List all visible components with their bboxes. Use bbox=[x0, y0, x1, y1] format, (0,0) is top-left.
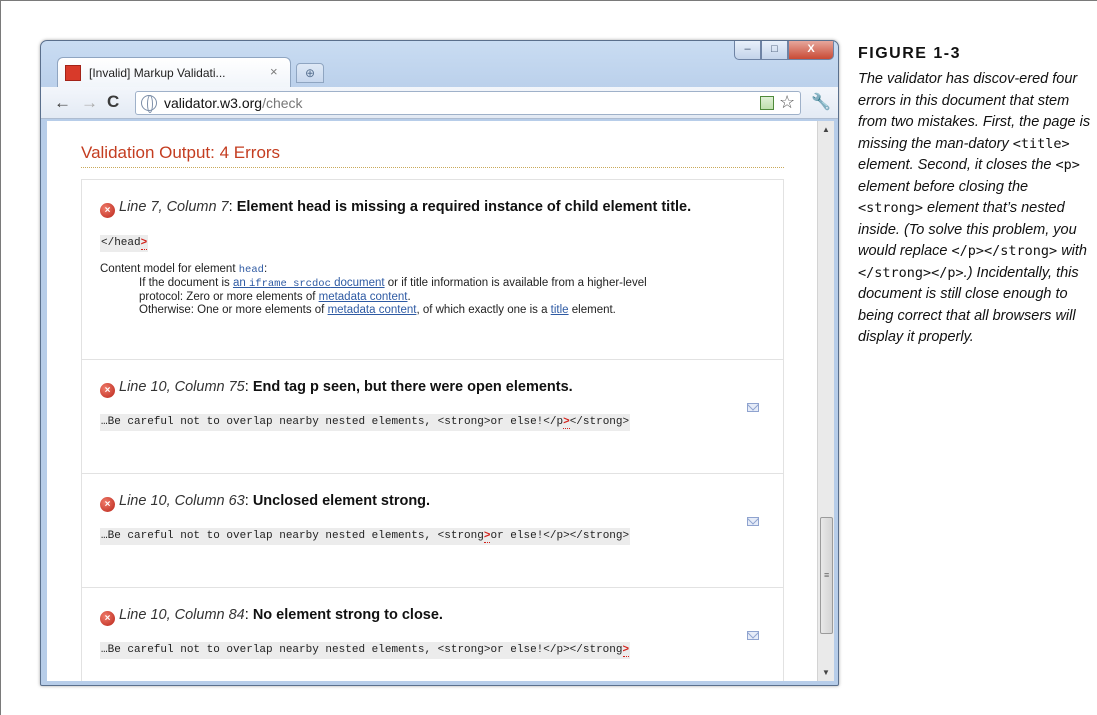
code-text: …Be careful not to overlap nearby nested… bbox=[101, 644, 623, 656]
error-icon: × bbox=[100, 203, 115, 218]
globe-icon bbox=[141, 95, 157, 113]
error-location: Line 10, Column 63 bbox=[119, 493, 245, 509]
star-icon[interactable]: ☆ bbox=[779, 92, 795, 113]
reload-button[interactable]: C bbox=[107, 92, 119, 112]
metadata-content-link-2[interactable]: metadata content bbox=[328, 304, 417, 316]
new-tab-button[interactable]: ⊕ bbox=[296, 63, 324, 83]
maximize-button[interactable]: □ bbox=[761, 41, 788, 60]
favicon-icon bbox=[65, 65, 81, 81]
caption-code: <strong> bbox=[858, 200, 924, 216]
url-text[interactable]: validator.w3.org/check bbox=[164, 95, 303, 111]
cm-link-part2: document bbox=[330, 277, 385, 289]
caption-code: <p> bbox=[1055, 157, 1080, 173]
scroll-up-arrow-icon[interactable]: ▲ bbox=[822, 125, 830, 134]
cm-link-part: an bbox=[232, 277, 249, 289]
error-title: × Line 10, Column 84: No element strong t… bbox=[100, 607, 443, 626]
tab-title: [Invalid] Markup Validati... bbox=[89, 66, 226, 80]
error-message: Element head is missing a required insta… bbox=[236, 199, 692, 215]
mail-icon[interactable] bbox=[747, 631, 759, 640]
code-text-after: or else!</p></strong> bbox=[490, 530, 630, 542]
title-link[interactable]: title bbox=[551, 304, 569, 316]
tab-close-icon[interactable]: × bbox=[270, 64, 278, 79]
cm-line3-b: , of which exactly one is a bbox=[416, 304, 551, 316]
cm-line2-b: . bbox=[407, 291, 411, 303]
error-list: × Line 7, Column 7: Element head is missi… bbox=[81, 179, 784, 681]
cm-element[interactable]: head bbox=[239, 264, 264, 276]
back-button[interactable]: ← bbox=[54, 93, 71, 113]
cm-intro: Content model for element bbox=[100, 263, 239, 275]
caption-text: element before closing the bbox=[858, 178, 1029, 195]
iframe-srcdoc-link[interactable]: an iframe srcdoc document bbox=[232, 277, 385, 290]
error-marker: > bbox=[563, 416, 570, 429]
mail-icon[interactable] bbox=[747, 403, 759, 412]
source-extract: </head> bbox=[100, 235, 149, 252]
browser-toolbar: ← → C validator.w3.org/check ☆ 🔧 bbox=[41, 87, 838, 119]
code-text: </head bbox=[101, 237, 141, 249]
error-title: × Line 7, Column 7: Element head is missi… bbox=[100, 199, 691, 218]
error-item: × Line 10, Column 63: Unclosed element st… bbox=[82, 474, 783, 588]
source-extract: …Be careful not to overlap nearby nested… bbox=[100, 642, 631, 659]
source-extract: …Be careful not to overlap nearby nested… bbox=[100, 528, 631, 545]
error-icon: × bbox=[100, 383, 115, 398]
cm-line3-a: Otherwise: One or more elements of bbox=[139, 304, 328, 316]
code-text: …Be careful not to overlap nearby nested… bbox=[101, 530, 484, 542]
scroll-grip-icon: ≡ bbox=[824, 570, 830, 580]
caption-code: <title> bbox=[1012, 135, 1070, 152]
address-bar[interactable]: validator.w3.org/check ☆ bbox=[135, 91, 801, 115]
code-text-after: </strong> bbox=[569, 416, 630, 428]
mail-icon[interactable] bbox=[747, 517, 759, 526]
metadata-content-link[interactable]: metadata content bbox=[319, 291, 408, 303]
code-text: …Be careful not to overlap nearby nested… bbox=[101, 416, 564, 428]
cm-link-code: iframe srcdoc bbox=[248, 278, 331, 290]
scroll-down-arrow-icon[interactable]: ▼ bbox=[822, 668, 830, 677]
browser-window: [Invalid] Markup Validati... × ⊕ – □ X ←… bbox=[40, 40, 839, 686]
error-location: Line 10, Column 84 bbox=[119, 607, 245, 623]
cm-line3-c: element. bbox=[568, 304, 616, 316]
error-location: Line 7, Column 7 bbox=[119, 199, 229, 215]
error-item: × Line 7, Column 7: Element head is missi… bbox=[82, 180, 783, 360]
error-icon: × bbox=[100, 611, 115, 626]
page-action-icon[interactable] bbox=[760, 96, 774, 110]
caption-text: element. Second, it closes the bbox=[858, 157, 1056, 173]
error-item: × Line 10, Column 75: End tag p seen, but… bbox=[82, 360, 783, 474]
error-marker: > bbox=[140, 237, 148, 250]
error-message: No element strong to close. bbox=[252, 607, 443, 623]
forward-button[interactable]: → bbox=[81, 93, 98, 113]
source-extract: …Be careful not to overlap nearby nested… bbox=[100, 414, 631, 431]
caption-code: </p></strong> bbox=[951, 243, 1058, 259]
vertical-scrollbar[interactable]: ▲ ≡ ▼ bbox=[817, 121, 834, 681]
content-model: Content model for element head: If the d… bbox=[100, 263, 647, 317]
error-item: × Line 10, Column 84: No element strong t… bbox=[82, 588, 783, 681]
cm-intro-end: : bbox=[263, 263, 268, 275]
close-window-button[interactable]: X bbox=[788, 41, 834, 60]
url-path: /check bbox=[262, 95, 303, 111]
error-location: Line 10, Column 75 bbox=[119, 379, 245, 395]
cm-line2-a: protocol: Zero or more elements of bbox=[139, 291, 319, 303]
error-message: End tag p seen, but there were open elem… bbox=[252, 379, 573, 395]
error-title: × Line 10, Column 63: Unclosed element st… bbox=[100, 493, 430, 512]
error-marker: > bbox=[622, 644, 630, 657]
figure-caption: The validator has discov-ered four error… bbox=[858, 69, 1093, 349]
caption-text: with bbox=[1057, 243, 1087, 259]
error-message: Unclosed element strong. bbox=[252, 493, 431, 509]
results-heading: Validation Output: 4 Errors bbox=[81, 143, 784, 168]
frame-border-left bbox=[0, 0, 1, 715]
minimize-button[interactable]: – bbox=[734, 41, 761, 60]
page-viewport: Validation Output: 4 Errors × Line 7, Col… bbox=[47, 121, 817, 681]
error-icon: × bbox=[100, 497, 115, 512]
window-controls: – □ X bbox=[734, 41, 834, 61]
url-host: validator.w3.org bbox=[164, 95, 263, 111]
cm-line1-b: or if title information is available fro… bbox=[384, 277, 647, 289]
error-title: × Line 10, Column 75: End tag p seen, but… bbox=[100, 379, 573, 398]
caption-code: </strong></p> bbox=[858, 264, 964, 281]
frame-border-top bbox=[0, 0, 1097, 1]
title-bar: [Invalid] Markup Validati... × ⊕ – □ X bbox=[41, 41, 838, 87]
cm-line1-a: If the document is bbox=[139, 277, 233, 289]
figure-label: FIGURE 1-3 bbox=[858, 45, 962, 62]
scroll-thumb[interactable]: ≡ bbox=[820, 517, 833, 634]
wrench-icon[interactable]: 🔧 bbox=[811, 92, 831, 112]
browser-tab[interactable]: [Invalid] Markup Validati... × bbox=[57, 57, 291, 87]
